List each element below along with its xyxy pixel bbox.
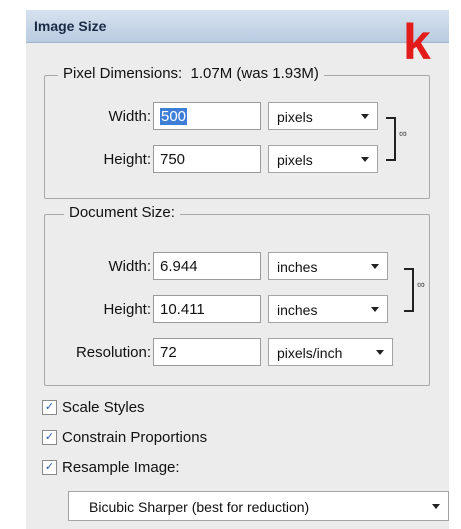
pixel-width-value: 500 <box>160 108 188 125</box>
title-bar: Image Size <box>26 10 449 43</box>
pixel-width-unit-select[interactable]: pixels <box>268 102 378 130</box>
resolution-unit: pixels/inch <box>277 345 343 361</box>
resolution-unit-select[interactable]: pixels/inch <box>268 338 393 366</box>
resample-method-select[interactable]: Bicubic Sharper (best for reduction) <box>68 491 449 521</box>
doc-height-value: 10.411 <box>160 301 205 318</box>
resample-method: Bicubic Sharper (best for reduction) <box>89 499 310 515</box>
chevron-down-icon <box>361 157 369 162</box>
scale-styles-checkbox[interactable]: ✓ <box>42 400 57 415</box>
constrain-proportions-label: Constrain Proportions <box>62 429 208 446</box>
chain-link-icon[interactable]: ∞ <box>399 128 407 140</box>
pixel-width-label: Width: <box>108 108 151 125</box>
doc-height-input[interactable]: 10.411 <box>153 295 261 323</box>
pixel-width-unit: pixels <box>277 109 313 125</box>
chain-link-icon[interactable]: ∞ <box>417 279 425 291</box>
doc-width-unit-select[interactable]: inches <box>268 252 388 280</box>
doc-width-value: 6.944 <box>160 258 198 275</box>
pixel-width-input[interactable]: 500 <box>153 102 261 130</box>
pixel-link-bracket <box>386 117 396 161</box>
annotation-letter: k <box>403 14 431 70</box>
image-size-dialog: Image Size Pixel Dimensions: 1.07M (was … <box>26 10 449 529</box>
chevron-down-icon <box>376 350 384 355</box>
document-size-legend: Document Size: <box>64 204 180 221</box>
pixel-height-unit-select[interactable]: pixels <box>268 145 378 173</box>
resample-image-label: Resample Image: <box>62 459 180 476</box>
resolution-label: Resolution: <box>75 344 151 361</box>
chevron-down-icon <box>371 307 379 312</box>
resolution-input[interactable]: 72 <box>153 338 261 366</box>
pixel-dimensions-legend: Pixel Dimensions: 1.07M (was 1.93M) <box>58 65 324 82</box>
pixel-height-unit: pixels <box>277 152 313 168</box>
pixel-height-label: Height: <box>103 151 151 168</box>
scale-styles-label: Scale Styles <box>62 399 145 416</box>
pixel-height-input[interactable]: 750 <box>153 145 261 173</box>
chevron-down-icon <box>432 504 440 509</box>
doc-height-label: Height: <box>103 301 151 318</box>
dialog-title: Image Size <box>34 18 107 34</box>
constrain-proportions-checkbox[interactable]: ✓ <box>42 430 57 445</box>
resolution-value: 72 <box>160 344 177 361</box>
doc-height-unit-select[interactable]: inches <box>268 295 388 323</box>
doc-width-input[interactable]: 6.944 <box>153 252 261 280</box>
chevron-down-icon <box>361 114 369 119</box>
chevron-down-icon <box>371 264 379 269</box>
doc-height-unit: inches <box>277 302 318 318</box>
doc-width-label: Width: <box>108 258 151 275</box>
pixel-dimensions-group <box>44 75 430 199</box>
doc-link-bracket <box>404 268 414 312</box>
doc-width-unit: inches <box>277 259 318 275</box>
resample-image-checkbox[interactable]: ✓ <box>42 460 57 475</box>
pixel-height-value: 750 <box>160 151 186 168</box>
